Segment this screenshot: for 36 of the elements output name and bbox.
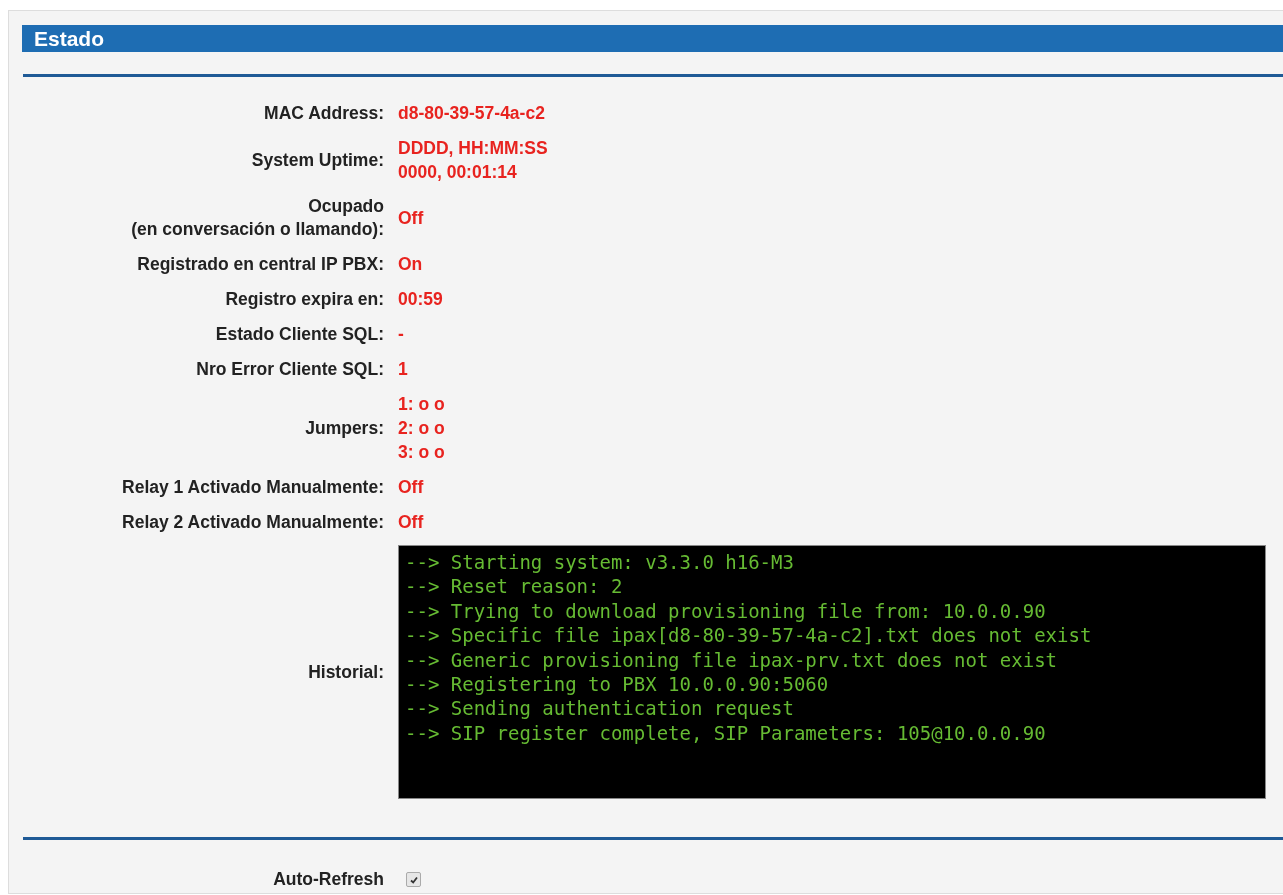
field-value: DDDD, HH:MM:SS (398, 137, 548, 160)
field-value: 3: o o (398, 441, 445, 464)
field-value: - (398, 323, 404, 346)
log-line: --> Specific file ipax[d8-80-39-57-4a-c2].txt does not exist (405, 623, 1093, 648)
field-value: Off (398, 511, 424, 534)
field-label: Relay 2 Activado Manualmente: (121, 510, 385, 534)
section-title: Estado (34, 26, 104, 51)
field-label: Registro expira en: (224, 287, 385, 311)
field-value: Off (398, 476, 424, 499)
field-label: Registrado en central IP PBX: (136, 252, 385, 276)
field-label: Estado Cliente SQL: (214, 322, 385, 346)
log-line: --> Registering to PBX 10.0.0.90:5060 (405, 672, 830, 697)
field-value: 1: o o (398, 393, 445, 416)
field-value: d8-80-39-57-4a-c2 (398, 102, 545, 125)
log-line: --> Trying to download provisioning file from: 10.0.0.90 (405, 598, 1047, 624)
field-label: Nro Error Cliente SQL: (195, 357, 385, 381)
field-label: Auto-Refresh (272, 868, 385, 891)
field-value: 0000, 00:01:14 (398, 161, 518, 184)
field-label: Relay 1 Activado Manualmente: (121, 475, 385, 499)
field-value: On (398, 253, 423, 276)
field-value: 00:59 (398, 288, 443, 311)
log-line: --> Reset reason: 2 (405, 574, 624, 599)
field-label: Ocupado (en conversación o llamando): (130, 195, 385, 241)
field-label: System Uptime: (250, 148, 385, 172)
log-line: --> Sending authentication request (405, 696, 795, 721)
log-line: --> Generic provisioning file ipax-prv.txt does not exist (405, 647, 1059, 673)
checkmark-icon (408, 874, 419, 885)
field-label: Jumpers: (304, 416, 385, 440)
auto-refresh-checkbox[interactable] (406, 872, 421, 887)
log-line: --> SIP register complete, SIP Parameters: 105@10.0.0.90 (405, 720, 1047, 746)
field-value: Off (398, 207, 424, 230)
field-label: Historial: (307, 660, 385, 684)
field-label: MAC Address: (263, 101, 385, 125)
field-value: 1 (398, 358, 408, 381)
field-value: 2: o o (398, 417, 445, 440)
log-line: --> Starting system: v3.3.0 h16-M3 (405, 550, 795, 575)
